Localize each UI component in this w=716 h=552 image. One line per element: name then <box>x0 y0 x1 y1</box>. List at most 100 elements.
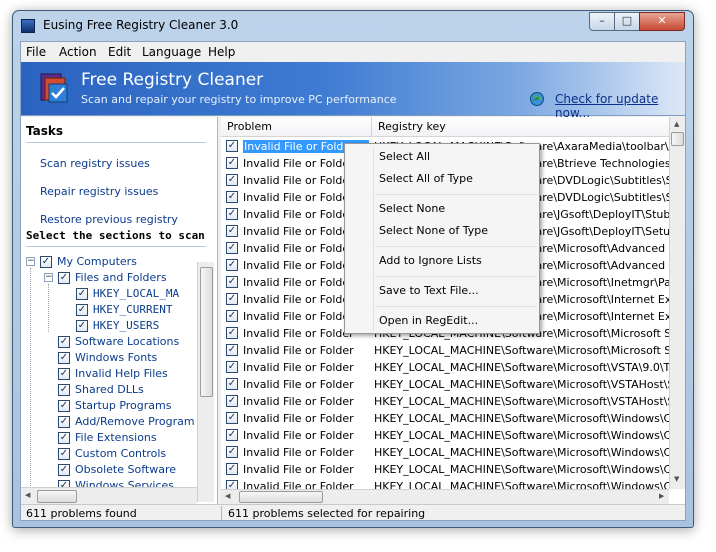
table-row[interactable]: ✓ Invalid File or Folder HKEY_LOCAL_MACHIN… <box>221 393 669 410</box>
table-row[interactable]: ✓ Invalid File or Folder HKEY_LOCAL_MACHIN… <box>221 444 669 461</box>
tree-item-hkey-current-user[interactable]: ✓ HKEY_CURRENT <box>26 302 194 318</box>
tree-item-windows-fonts[interactable]: ✓ Windows Fonts <box>26 350 194 366</box>
menu-item-select-all-of-type[interactable]: Select All of Type <box>379 172 473 185</box>
checkbox-checked-icon[interactable]: ✓ <box>226 310 238 322</box>
problem-cell: Invalid File or Folder <box>243 463 354 476</box>
collapse-icon[interactable]: − <box>44 273 53 282</box>
tree-item-obsolete-software[interactable]: ✓ Obsolete Software <box>26 462 194 478</box>
checkbox-checked-icon[interactable]: ✓ <box>58 432 70 444</box>
checkbox-checked-icon[interactable]: ✓ <box>226 191 238 203</box>
checkbox-checked-icon[interactable]: ✓ <box>58 336 70 348</box>
checkbox-checked-icon[interactable]: ✓ <box>58 368 70 380</box>
scrollbar-thumb[interactable] <box>200 267 213 397</box>
checkbox-checked-icon[interactable]: ✓ <box>226 429 238 441</box>
menu-help[interactable]: Help <box>208 45 235 59</box>
table-row[interactable]: ✓ Invalid File or Folder HKEY_LOCAL_MACHIN… <box>221 410 669 427</box>
checkbox-checked-icon[interactable]: ✓ <box>76 320 88 332</box>
restore-registry-link[interactable]: Restore previous registry <box>40 213 178 226</box>
collapse-icon[interactable]: − <box>26 257 35 266</box>
table-row[interactable]: ✓ Invalid File or Folder HKEY_LOCAL_MACHIN… <box>221 461 669 478</box>
scrollbar-thumb[interactable] <box>671 132 684 146</box>
checkbox-checked-icon[interactable]: ✓ <box>226 208 238 220</box>
menu-item-add-to-ignore-lists[interactable]: Add to Ignore Lists <box>379 254 482 267</box>
maximize-button[interactable]: □ <box>614 12 640 31</box>
tree-item-hkey-local-machine[interactable]: ✓ HKEY_LOCAL_MA <box>26 286 194 302</box>
check-update-link[interactable]: Check for update now... <box>555 92 685 120</box>
checkbox-checked-icon[interactable]: ✓ <box>226 174 238 186</box>
tree-item-file-extensions[interactable]: ✓ File Extensions <box>26 430 194 446</box>
menu-item-save-to-text-file[interactable]: Save to Text File... <box>379 284 479 297</box>
checkbox-checked-icon[interactable]: ✓ <box>226 395 238 407</box>
tree-item-custom-controls[interactable]: ✓ Custom Controls <box>26 446 194 462</box>
checkbox-checked-icon[interactable]: ✓ <box>226 344 238 356</box>
checkbox-checked-icon[interactable]: ✓ <box>226 463 238 475</box>
tree-item-software-locations[interactable]: ✓ Software Locations <box>26 334 194 350</box>
table-row[interactable]: ✓ Invalid File or Folder HKEY_LOCAL_MACHIN… <box>221 359 669 376</box>
tasks-header: Tasks <box>26 124 64 138</box>
minimize-button[interactable]: – <box>589 12 615 31</box>
checkbox-checked-icon[interactable]: ✓ <box>226 259 238 271</box>
checkbox-checked-icon[interactable]: ✓ <box>76 304 88 316</box>
tree-item-files-and-folders[interactable]: − ✓ Files and Folders <box>26 270 194 286</box>
grid-vertical-scrollbar[interactable]: ▲ ▼ <box>669 117 685 489</box>
checkbox-checked-icon[interactable]: ✓ <box>76 288 88 300</box>
grid-horizontal-scrollbar[interactable]: ◀ ▶ <box>221 489 669 504</box>
column-divider[interactable] <box>371 117 372 137</box>
checkbox-checked-icon[interactable]: ✓ <box>226 327 238 339</box>
checkbox-checked-icon[interactable]: ✓ <box>58 416 70 428</box>
menu-language[interactable]: Language <box>142 45 201 59</box>
tree-item-add-remove-programs[interactable]: ✓ Add/Remove Program <box>26 414 194 430</box>
tree-item-startup-programs[interactable]: ✓ Startup Programs <box>26 398 194 414</box>
tree-item-invalid-help-files[interactable]: ✓ Invalid Help Files <box>26 366 194 382</box>
checkbox-checked-icon[interactable]: ✓ <box>58 272 70 284</box>
checkbox-checked-icon[interactable]: ✓ <box>226 293 238 305</box>
tree-item-my-computers[interactable]: − ✓ My Computers <box>26 254 194 270</box>
tree-item-shared-dlls[interactable]: ✓ Shared DLLs <box>26 382 194 398</box>
checkbox-checked-icon[interactable]: ✓ <box>58 384 70 396</box>
checkbox-checked-icon[interactable]: ✓ <box>226 276 238 288</box>
menu-action[interactable]: Action <box>59 45 97 59</box>
table-row[interactable]: ✓ Invalid File or Folder HKEY_LOCAL_MACHIN… <box>221 478 669 489</box>
table-row[interactable]: ✓ Invalid File or Folder HKEY_LOCAL_MACHIN… <box>221 342 669 359</box>
menu-item-select-none-of-type[interactable]: Select None of Type <box>379 224 488 237</box>
scrollbar-thumb[interactable] <box>239 491 323 503</box>
title-bar[interactable]: Eusing Free Registry Cleaner 3.0 – □ ✕ <box>13 11 693 41</box>
checkbox-checked-icon[interactable]: ✓ <box>58 464 70 476</box>
scan-registry-link[interactable]: Scan registry issues <box>40 157 150 170</box>
checkbox-checked-icon[interactable]: ✓ <box>40 256 52 268</box>
checkbox-checked-icon[interactable]: ✓ <box>226 225 238 237</box>
column-header-registry-key[interactable]: Registry key <box>378 120 446 133</box>
checkbox-checked-icon[interactable]: ✓ <box>226 446 238 458</box>
table-row[interactable]: ✓ Invalid File or Folder HKEY_LOCAL_MACHIN… <box>221 376 669 393</box>
column-header-problem[interactable]: Problem <box>227 120 272 133</box>
checkbox-checked-icon[interactable]: ✓ <box>226 242 238 254</box>
close-button[interactable]: ✕ <box>639 12 685 31</box>
repair-registry-link[interactable]: Repair registry issues <box>40 185 158 198</box>
scroll-down-icon[interactable]: ▼ <box>674 475 679 483</box>
menu-file[interactable]: File <box>26 45 46 59</box>
table-row[interactable]: ✓ Invalid File or Folder HKEY_LOCAL_MACHIN… <box>221 427 669 444</box>
tree-vertical-scrollbar[interactable] <box>197 262 214 502</box>
checkbox-checked-icon[interactable]: ✓ <box>226 140 238 152</box>
scrollbar-thumb[interactable] <box>37 490 77 503</box>
menu-edit[interactable]: Edit <box>108 45 131 59</box>
checkbox-checked-icon[interactable]: ✓ <box>58 352 70 364</box>
menu-item-open-in-regedit[interactable]: Open in RegEdit... <box>379 314 478 327</box>
scroll-right-icon[interactable]: ▶ <box>659 492 664 500</box>
registry-key-cell: HKEY_LOCAL_MACHINE\Software\Microsoft\VS… <box>374 378 669 391</box>
scroll-up-icon[interactable]: ▲ <box>674 120 679 128</box>
registry-key-cell: HKEY_LOCAL_MACHINE\Software\Microsoft\Wi… <box>374 463 669 476</box>
scroll-left-icon[interactable]: ◀ <box>25 491 30 499</box>
checkbox-checked-icon[interactable]: ✓ <box>226 361 238 373</box>
checkbox-checked-icon[interactable]: ✓ <box>226 412 238 424</box>
checkbox-checked-icon[interactable]: ✓ <box>226 157 238 169</box>
tree-item-hkey-users[interactable]: ✓ HKEY_USERS <box>26 318 194 334</box>
checkbox-checked-icon[interactable]: ✓ <box>58 400 70 412</box>
menu-item-select-none[interactable]: Select None <box>379 202 445 215</box>
checkbox-checked-icon[interactable]: ✓ <box>226 480 238 489</box>
checkbox-checked-icon[interactable]: ✓ <box>226 378 238 390</box>
checkbox-checked-icon[interactable]: ✓ <box>58 448 70 460</box>
scroll-left-icon[interactable]: ◀ <box>225 492 230 500</box>
menu-item-select-all[interactable]: Select All <box>379 150 430 163</box>
tree-horizontal-scrollbar[interactable]: ◀ <box>21 487 197 504</box>
